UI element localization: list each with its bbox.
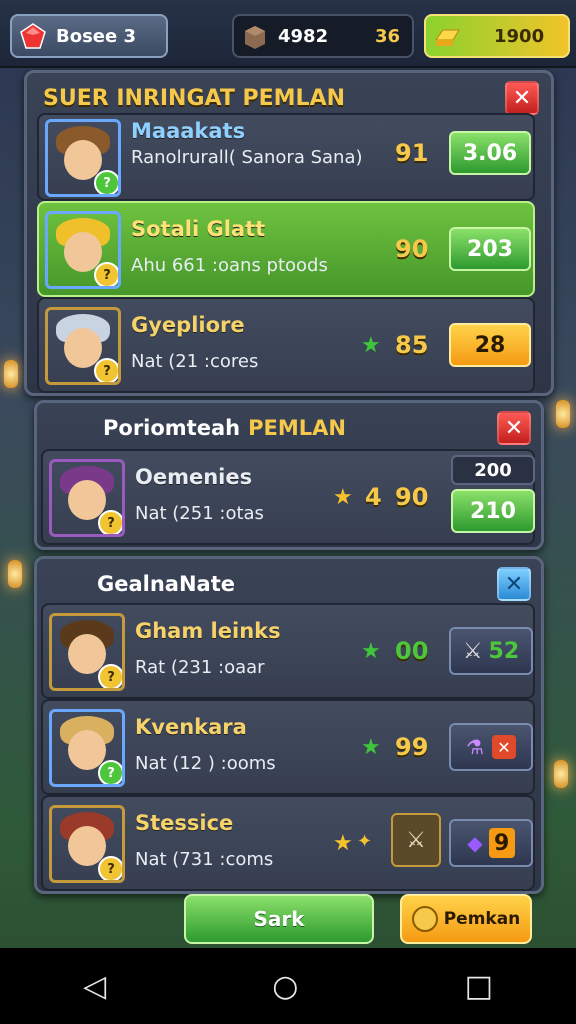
potion-icon: ⚗	[466, 735, 484, 759]
player-score: 90	[395, 235, 429, 263]
player-name: Oemenies	[135, 465, 253, 489]
value-button[interactable]: 210	[451, 489, 535, 533]
recent-apps-icon[interactable]: □	[465, 969, 493, 1004]
level-badge: ?	[98, 664, 122, 688]
player-subtitle: Nat (251 :otas	[135, 503, 264, 524]
item-button[interactable]: ⚗ ✕	[449, 723, 533, 771]
list-item[interactable]: ? Stessice Nat (731 :coms ★ ✦ ⚔ ◆ 9	[41, 795, 535, 891]
value-button[interactable]: 3.06	[449, 131, 531, 175]
player-score: 90	[395, 483, 429, 511]
panel-header: Poriomteah PEMLAN	[37, 403, 541, 453]
item-button[interactable]: ◆ 9	[449, 819, 533, 867]
list-item[interactable]: ? Gham leinks Rat (231 :oaar ★ 00 ⚔ 52	[41, 603, 535, 699]
sort-button[interactable]: Sark	[184, 894, 374, 944]
value-button[interactable]: 203	[449, 227, 531, 271]
avatar: ?	[49, 459, 125, 537]
panel-header: GealnaNate	[37, 559, 541, 609]
gold-value: 1900	[494, 25, 545, 47]
close-icon[interactable]: ✕	[497, 567, 531, 601]
premium-label: Pemkan	[443, 909, 521, 929]
leaderboard-panel-1: SUER INRINGAT PEMLAN ✕ ? Maaakats Ranolr…	[24, 70, 554, 396]
avatar: ?	[45, 307, 121, 385]
list-item[interactable]: ? Oemenies Nat (251 :otas ★ 4 90 200 210	[41, 449, 535, 545]
leaderboard-panel-2: Poriomteah PEMLAN ✕ ? Oemenies Nat (251 …	[34, 400, 544, 550]
player-subtitle: Nat (12 ) :ooms	[135, 753, 276, 774]
level-badge: ?	[94, 358, 118, 382]
gold-counter[interactable]: 1900	[424, 14, 570, 58]
player-score: 85	[395, 331, 429, 359]
level-badge: ?	[94, 170, 118, 194]
player-name: Gham leinks	[135, 619, 281, 643]
panel-title-part2: PEMLAN	[248, 416, 346, 440]
list-item[interactable]: ? Maaakats Ranolrurall( Sanora Sana) 91 …	[37, 113, 535, 201]
star-icon: ★	[333, 831, 353, 856]
stone-secondary-value: 36	[374, 25, 400, 47]
star-icon: ★	[361, 735, 381, 760]
coin-icon	[411, 906, 438, 932]
stone-block-icon	[240, 21, 270, 51]
level-badge: ?	[98, 510, 122, 534]
profile-label: Bosee 3	[56, 25, 137, 47]
player-name: Maaakats	[131, 119, 246, 143]
home-icon[interactable]: ○	[272, 969, 298, 1004]
avatar: ?	[45, 211, 121, 289]
sword-icon: ⚔	[462, 638, 483, 664]
player-subtitle: Rat (231 :oaar	[135, 657, 265, 678]
player-subtitle: Ahu 661 :oans ptoods	[131, 255, 328, 276]
premium-button[interactable]: Pemkan	[400, 894, 532, 944]
resource-bar: Bosee 3 4982 36 1900	[0, 0, 576, 68]
player-subtitle: Ranolrurall( Sanora Sana)	[131, 147, 363, 168]
avatar: ?	[49, 805, 125, 883]
value-tag: 200	[451, 455, 535, 485]
close-icon[interactable]: ✕	[505, 81, 539, 115]
panel-title: GealnaNate	[97, 572, 235, 596]
gold-bar-icon	[432, 21, 462, 51]
player-name: Stessice	[135, 811, 234, 835]
stone-counter[interactable]: 4982 36	[232, 14, 414, 58]
item-count: 9	[488, 828, 515, 858]
level-badge: ?	[94, 262, 118, 286]
star-count: 4	[365, 483, 382, 511]
list-item-highlighted[interactable]: ? Sotali Glatt Ahu 661 :oans ptoods 90 2…	[37, 201, 535, 297]
player-score: 91	[395, 139, 429, 167]
player-name: Gyepliore	[131, 313, 245, 337]
close-icon[interactable]: ✕	[497, 411, 531, 445]
player-subtitle: Nat (731 :coms	[135, 849, 274, 870]
list-item[interactable]: ? Kvenkara Nat (12 ) :ooms ★ 99 ⚗ ✕	[41, 699, 535, 795]
star-icon: ★	[361, 333, 381, 358]
avatar: ?	[45, 119, 121, 197]
player-name: Kvenkara	[135, 715, 247, 739]
system-navbar: ◁ ○ □	[0, 948, 576, 1024]
avatar: ?	[49, 613, 125, 691]
stone-value: 4982	[278, 25, 329, 47]
avatar: ?	[49, 709, 125, 787]
player-subtitle: Nat (21 :cores	[131, 351, 259, 372]
value-button[interactable]: 28	[449, 323, 531, 367]
player-score: 99	[395, 733, 429, 761]
panel-title-part1: Poriomteah	[103, 416, 241, 440]
sword-icon: ⚔	[406, 827, 426, 853]
player-name: Sotali Glatt	[131, 217, 266, 241]
list-item[interactable]: ? Gyepliore Nat (21 :cores ★ 85 28	[37, 297, 535, 393]
level-badge: ?	[98, 856, 122, 880]
profile-badge[interactable]: Bosee 3	[10, 14, 168, 58]
panel-title: SUER INRINGAT PEMLAN	[43, 85, 346, 111]
back-icon[interactable]: ◁	[83, 969, 106, 1004]
item-count: 52	[488, 638, 520, 664]
sort-label: Sark	[253, 907, 305, 931]
sword-item-button[interactable]: ⚔	[391, 813, 441, 867]
leaderboard-panel-3: GealnaNate ✕ ? Gham leinks Rat (231 :oaa…	[34, 556, 544, 894]
cross-icon: ✕	[491, 735, 516, 759]
level-badge: ?	[98, 760, 122, 784]
star-icon: ★	[333, 485, 353, 510]
item-button[interactable]: ⚔ 52	[449, 627, 533, 675]
player-score: 00	[395, 637, 429, 665]
star-icon: ★	[361, 639, 381, 664]
star-icon: ✦	[357, 831, 373, 852]
gem-icon: ◆	[467, 831, 483, 855]
red-gem-icon	[18, 21, 48, 51]
